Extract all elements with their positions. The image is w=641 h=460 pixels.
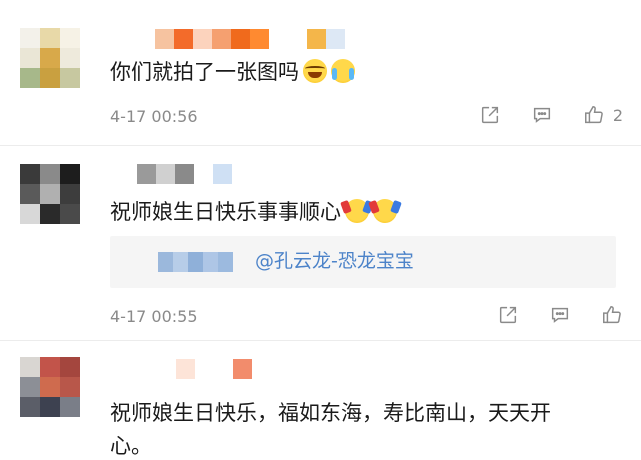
username-blurred[interactable] [118,164,232,184]
avatar-pixel [60,204,80,224]
quoted-reply[interactable]: @孔云龙-恐龙宝宝 [110,236,616,288]
share-icon [499,306,517,324]
username-blurred[interactable] [136,29,345,49]
avatar-pixel [20,397,40,417]
avatar[interactable] [20,28,80,88]
thumbs-up-icon [584,106,603,124]
comment-text: 祝师娘生日快乐事事顺心 [110,198,397,226]
username-pixel [136,29,155,49]
avatar-pixel [40,357,60,377]
comment-icon [533,107,550,123]
avatar[interactable] [20,164,80,224]
avatar-pixel [60,357,80,377]
comment-button[interactable] [531,104,553,126]
share-button[interactable] [479,104,501,126]
username-pixel [137,164,156,184]
cheer-emoji [345,199,369,223]
username-pixel [176,359,195,379]
avatar-pixel [60,164,80,184]
avatar-pixel [40,377,60,397]
avatar-pixel [60,28,80,48]
avatar-pixel [40,164,60,184]
avatar-pixel [20,48,40,68]
comment-text: 你们就拍了一张图吗 [110,58,355,86]
avatar[interactable] [20,357,80,417]
comment-actions [467,304,623,326]
comment-item: 祝师娘生日快乐事事顺心 @孔云龙-恐龙宝宝 4-17 00:55 [0,146,641,336]
laugh-emoji [303,59,327,83]
username-blurred[interactable] [176,359,252,379]
avatar-pixel [20,28,40,48]
comment-item: 祝师娘生日快乐，福如东海，寿比南山，天天开 心。 [0,341,641,460]
comment-body-line-1: 祝师娘生日快乐，福如东海，寿比南山，天天开 [110,401,551,425]
comment-body: 祝师娘生日快乐事事顺心 [110,200,341,224]
reply-blurred-content [158,252,233,272]
avatar-pixel [20,204,40,224]
avatar-pixel [20,184,40,204]
reply-pixel [203,252,218,272]
avatar-pixel [60,397,80,417]
avatar-pixel [60,377,80,397]
username-pixel [174,29,193,49]
share-icon [481,106,498,124]
comment-item: 你们就拍了一张图吗 4-17 00:56 2 [0,0,641,140]
avatar-pixel [40,48,60,68]
comment-text: 祝师娘生日快乐，福如东海，寿比南山，天天开 心。 [110,397,551,460]
username-pixel [269,29,288,49]
username-pixel [193,29,212,49]
cry-laugh-emoji [331,59,355,83]
comment-actions: 2 [449,104,623,126]
comment-icon [551,307,569,323]
like-button[interactable] [601,304,623,326]
username-pixel [214,359,233,379]
mention-link[interactable]: @孔云龙-恐龙宝宝 [255,247,414,275]
avatar-pixel [40,28,60,48]
share-button[interactable] [497,304,519,326]
username-pixel [231,29,250,49]
username-pixel [195,359,214,379]
comment-timestamp: 4-17 00:56 [110,107,198,126]
avatar-pixel [60,48,80,68]
avatar-pixel [60,68,80,88]
thumbs-up-icon [603,306,621,324]
username-pixel [155,29,174,49]
avatar-pixel [20,164,40,184]
comment-body: 你们就拍了一张图吗 [110,60,299,84]
username-pixel [212,29,231,49]
reply-pixel [218,252,233,272]
avatar-pixel [20,377,40,397]
avatar-pixel [20,68,40,88]
username-pixel [326,29,345,49]
avatar-pixel [60,184,80,204]
like-count: 2 [612,105,623,125]
username-pixel [307,29,326,49]
username-pixel [194,164,213,184]
username-pixel [118,164,137,184]
cheer-emoji [373,199,397,223]
username-pixel [250,29,269,49]
username-pixel [156,164,175,184]
username-pixel [288,29,307,49]
like-button[interactable]: 2 [583,104,623,126]
avatar-pixel [40,204,60,224]
avatar-pixel [40,68,60,88]
avatar-pixel [40,397,60,417]
reply-pixel [158,252,173,272]
reply-pixel [188,252,203,272]
username-pixel [233,359,252,379]
comment-body-line-2: 心。 [110,434,152,458]
avatar-pixel [20,357,40,377]
comment-timestamp: 4-17 00:55 [110,307,198,326]
avatar-pixel [40,184,60,204]
username-pixel [213,164,232,184]
reply-pixel [173,252,188,272]
comment-button[interactable] [549,304,571,326]
username-pixel [175,164,194,184]
